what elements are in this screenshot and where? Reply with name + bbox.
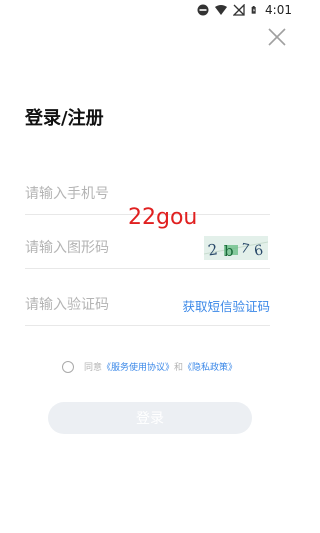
svg-text:b: b [224,242,234,260]
agreement-row: 同意 《服务使用协议》 和 《隐私政策》 [62,360,237,373]
status-icons: 4:01 [197,3,292,17]
status-bar: 4:01 [0,0,300,22]
agree-radio[interactable] [62,360,74,373]
close-icon[interactable] [266,26,288,48]
captcha-input[interactable] [25,228,175,268]
service-agreement-link[interactable]: 《服务使用协议》 [102,360,174,373]
page-title: 登录/注册 [25,108,104,129]
sms-code-field: 获取短信验证码 [25,285,270,326]
no-sim-icon [233,4,245,16]
captcha-field: 2 b 7 6 [25,228,270,269]
wifi-icon [215,5,228,15]
battery-icon [251,6,256,14]
privacy-policy-link[interactable]: 《隐私政策》 [183,360,237,373]
get-sms-code-button[interactable]: 获取短信验证码 [182,296,270,315]
agree-prefix: 同意 [84,363,103,373]
agree-connector: 和 [174,363,184,373]
watermark-text: 22gou [128,205,198,230]
sms-code-input[interactable] [25,285,175,325]
captcha-image[interactable]: 2 b 7 6 [204,236,268,260]
login-button[interactable]: 登录 [48,402,252,434]
do-not-disturb-icon [197,4,209,16]
captcha-graphic: 2 b 7 6 [204,236,268,260]
status-time: 4:01 [265,3,292,17]
